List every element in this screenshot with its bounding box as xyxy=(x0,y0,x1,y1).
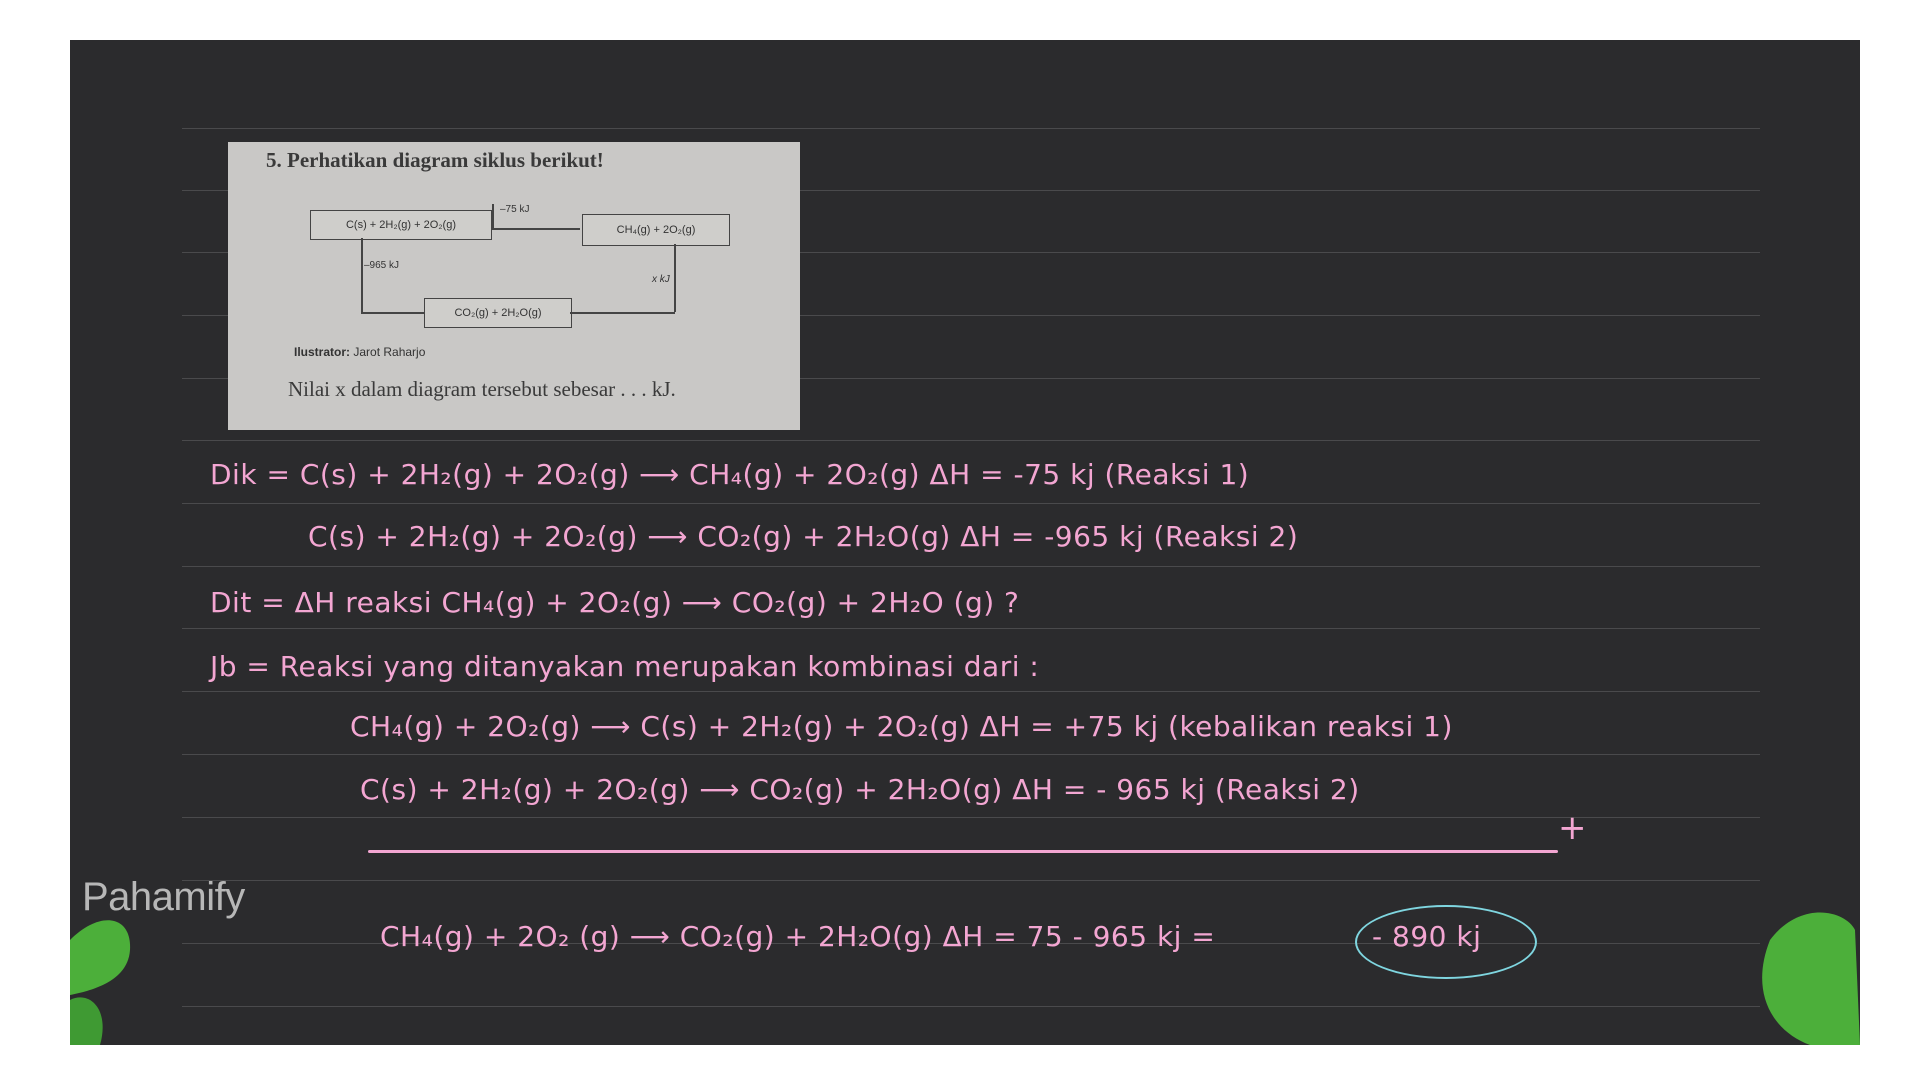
dik-line-2: C(s) + 2H₂(g) + 2O₂(g) ⟶ CO₂(g) + 2H₂O(g… xyxy=(308,520,1299,553)
ruled-line xyxy=(182,503,1760,504)
pahamify-logo: Pahamify xyxy=(82,875,245,919)
jb-line: Jb = Reaksi yang ditanyakan merupakan ko… xyxy=(210,650,1040,683)
combination-line-1: CH₄(g) + 2O₂(g) ⟶ C(s) + 2H₂(g) + 2O₂(g)… xyxy=(350,710,1453,743)
ruled-line xyxy=(182,566,1760,567)
ruled-line xyxy=(182,691,1760,692)
dik-line-1: Dik = C(s) + 2H₂(g) + 2O₂(g) ⟶ CH₄(g) + … xyxy=(210,458,1250,491)
ruled-line xyxy=(182,754,1760,755)
whiteboard: 5. Perhatikan diagram siklus berikut! C(… xyxy=(70,40,1860,1045)
ruled-line xyxy=(182,440,1760,441)
leaf-right-icon xyxy=(1762,912,1860,1045)
arrow-line xyxy=(361,312,424,314)
question-photo: 5. Perhatikan diagram siklus berikut! C(… xyxy=(228,142,800,430)
products-box: CO₂(g) + 2H₂O(g) xyxy=(424,298,572,328)
dit-line: Dit = ΔH reaksi CH₄(g) + 2O₂(g) ⟶ CO₂(g)… xyxy=(210,586,1020,619)
arrow-line xyxy=(361,238,363,312)
ruled-line xyxy=(182,628,1760,629)
sum-line xyxy=(368,850,1558,853)
ruled-line xyxy=(182,880,1760,881)
ch4-box: CH₄(g) + 2O₂(g) xyxy=(582,214,730,246)
arrow-line xyxy=(674,244,676,312)
question-title: 5. Perhatikan diagram siklus berikut! xyxy=(266,148,604,172)
combination-line-2: C(s) + 2H₂(g) + 2O₂(g) ⟶ CO₂(g) + 2H₂O(g… xyxy=(360,773,1360,806)
question-prompt: Nilai x dalam diagram tersebut sebesar .… xyxy=(288,377,676,401)
result-line: CH₄(g) + 2O₂ (g) ⟶ CO₂(g) + 2H₂O(g) ΔH =… xyxy=(380,920,1216,953)
arrow-line xyxy=(570,312,675,314)
label-right: x kJ xyxy=(652,274,670,285)
plus-sign: + xyxy=(1558,808,1587,848)
ruled-line xyxy=(182,128,1760,129)
reactants-box: C(s) + 2H₂(g) + 2O₂(g) xyxy=(310,210,492,240)
label-top: –75 kJ xyxy=(500,204,530,215)
label-left: –965 kJ xyxy=(364,260,400,271)
arrow-line xyxy=(492,228,580,230)
ruled-line xyxy=(182,817,1760,818)
arrow-line xyxy=(492,204,494,228)
answer-circle xyxy=(1355,905,1537,979)
ruled-line xyxy=(182,1006,1760,1007)
illustrator-credit: Ilustrator: Jarot Raharjo xyxy=(294,345,426,359)
